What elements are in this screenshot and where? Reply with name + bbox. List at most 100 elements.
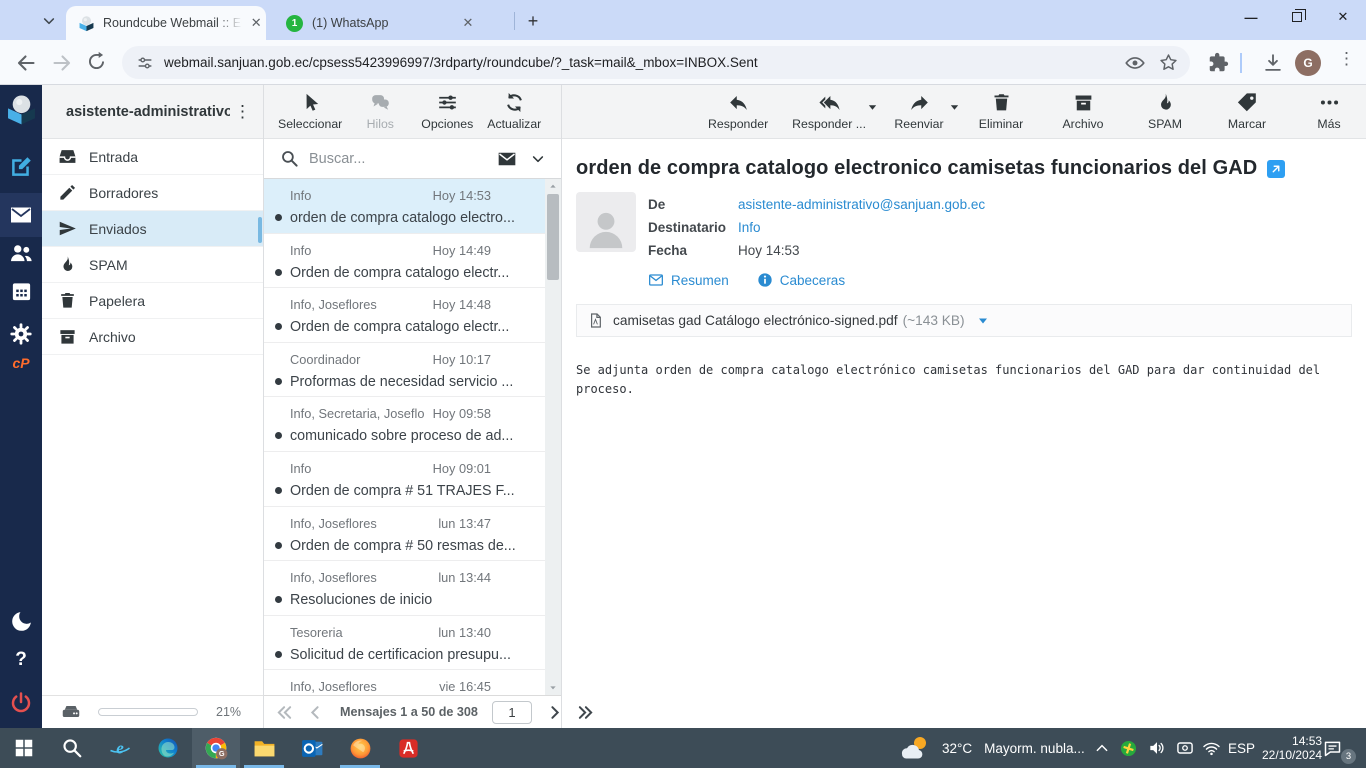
folder-item-archivo[interactable]: Archivo (42, 319, 263, 355)
account-menu-icon[interactable]: ⋮ (230, 102, 255, 122)
taskbar-search-button[interactable] (48, 728, 96, 768)
outlook-button[interactable] (288, 728, 336, 768)
message-row[interactable]: Info Hoy 09:01 Orden de compra # 51 TRAJES… (264, 452, 545, 507)
settings-gear-icon[interactable] (0, 322, 42, 346)
folder-item-entrada[interactable]: Entrada (42, 139, 263, 175)
edge-button[interactable] (144, 728, 192, 768)
list-scrollbar[interactable] (545, 179, 561, 695)
flame-button[interactable]: SPAM (1136, 92, 1194, 131)
volume-icon[interactable] (1147, 728, 1167, 768)
tab-search-button[interactable] (34, 7, 64, 34)
tab-close-icon[interactable]: ✕ (458, 13, 478, 33)
bookmark-star-icon[interactable] (1158, 52, 1180, 74)
summary-link[interactable]: Resumen (648, 272, 729, 288)
tray-chevron-up-icon[interactable] (1094, 728, 1110, 768)
back-icon[interactable] (14, 51, 38, 75)
page-number-input[interactable] (491, 700, 532, 724)
scroll-thumb[interactable] (547, 194, 559, 280)
search-options-chevron-icon[interactable] (531, 152, 545, 166)
scroll-down-icon[interactable] (548, 684, 558, 692)
dots-button[interactable]: Más (1300, 92, 1358, 131)
trash-button[interactable]: Eliminar (972, 92, 1030, 131)
refresh-button[interactable]: Actualizar (485, 92, 543, 131)
sliders-button[interactable]: Opciones (418, 92, 476, 131)
chat-button[interactable]: Hilos (351, 92, 409, 131)
folder-item-enviados[interactable]: Enviados (42, 211, 263, 247)
next-page-icon[interactable] (546, 704, 563, 721)
preview-eye-icon[interactable] (1124, 52, 1146, 74)
reload-icon[interactable] (86, 51, 110, 75)
folder-item-borradores[interactable]: Borradores (42, 175, 263, 211)
cpanel-logo[interactable]: cP (0, 355, 42, 371)
profile-avatar[interactable]: G (1295, 50, 1321, 76)
reply-all-button[interactable]: Responder ... (792, 92, 877, 131)
message-row[interactable]: Info Hoy 14:49 Orden de compra catalogo el… (264, 234, 545, 289)
action-center-button[interactable]: 3 (1322, 728, 1358, 768)
tag-button[interactable]: Marcar (1218, 92, 1276, 131)
reply-button[interactable]: Responder (708, 92, 768, 131)
contacts-nav-icon[interactable] (0, 240, 42, 266)
chrome-button[interactable]: G (192, 728, 240, 768)
antivirus-tray-icon[interactable] (1119, 728, 1138, 768)
search-scope-envelope-icon[interactable] (497, 149, 517, 169)
start-button[interactable] (0, 728, 48, 768)
dropdown-caret-icon[interactable] (867, 102, 878, 113)
dark-mode-moon-icon[interactable] (0, 609, 42, 634)
extensions-puzzle-icon[interactable] (1208, 52, 1230, 74)
message-row[interactable]: Info, Joseflores Hoy 14:48 Orden de compra… (264, 288, 545, 343)
recipient-link[interactable]: Info (738, 216, 761, 239)
from-address-link[interactable]: asistente-administrativo@sanjuan.gob.ec (738, 193, 985, 216)
open-in-new-window-icon[interactable] (1267, 159, 1286, 178)
site-info-icon[interactable] (136, 54, 154, 72)
tab-whatsapp[interactable]: 1 (1) WhatsApp ✕ (272, 6, 510, 40)
account-header[interactable]: asistente-administrativo... ⋮ (42, 85, 263, 139)
logout-power-icon[interactable] (0, 691, 42, 715)
new-tab-button[interactable]: + (522, 10, 544, 32)
message-row[interactable]: Info, Joseflores lun 13:47 Orden de compra… (264, 507, 545, 562)
ie-button[interactable]: e (96, 728, 144, 768)
mail-nav-icon[interactable] (0, 203, 42, 227)
window-close-button[interactable]: ✕ (1320, 0, 1366, 34)
tab-close-icon[interactable]: ✕ (246, 13, 266, 33)
folder-item-spam[interactable]: SPAM (42, 247, 263, 283)
folder-item-papelera[interactable]: Papelera (42, 283, 263, 319)
weather-temp: 32°C (942, 740, 973, 756)
message-row[interactable]: Info, Secretaria, Joseflores Hoy 09:58 com… (264, 397, 545, 452)
search-input[interactable] (309, 150, 479, 167)
headers-link[interactable]: Cabeceras (757, 272, 845, 288)
attachment-name[interactable]: camisetas gad Catálogo electrónico-signe… (613, 313, 898, 328)
calendar-nav-icon[interactable] (0, 280, 42, 303)
archive-button[interactable]: Archivo (1054, 92, 1112, 131)
folder-scrollbar[interactable] (258, 217, 262, 243)
acrobat-button[interactable] (384, 728, 432, 768)
prev-page-icon[interactable] (307, 704, 324, 721)
forward-icon[interactable] (50, 51, 74, 75)
tab-roundcube[interactable]: Roundcube Webmail :: Enviados ✕ (66, 6, 266, 40)
cursor-button[interactable]: Seleccionar (278, 92, 342, 131)
downloads-icon[interactable] (1262, 52, 1284, 74)
attachment-row[interactable]: camisetas gad Catálogo electrónico-signe… (576, 304, 1352, 337)
window-restore-button[interactable] (1274, 0, 1320, 34)
meet-now-icon[interactable] (1175, 728, 1195, 768)
first-page-icon[interactable] (276, 704, 293, 721)
dropdown-caret-icon[interactable] (949, 102, 960, 113)
wifi-icon[interactable] (1202, 728, 1221, 768)
window-minimize-button[interactable]: — (1228, 0, 1274, 34)
language-indicator[interactable]: ESP (1228, 728, 1255, 768)
explorer-button[interactable] (240, 728, 288, 768)
message-row[interactable]: Info Hoy 14:53 orden de compra catalogo el… (264, 179, 545, 234)
compose-button[interactable] (0, 154, 42, 179)
scroll-up-icon[interactable] (548, 182, 558, 190)
message-row[interactable]: Info, Joseflores lun 13:44 Resoluciones de… (264, 561, 545, 616)
forward-button[interactable]: Reenviar (890, 92, 959, 131)
firefox-button[interactable] (336, 728, 384, 768)
help-icon[interactable]: ? (0, 649, 42, 671)
weather-widget[interactable]: 32°C Mayorm. nubla... (898, 728, 1085, 768)
url-bar[interactable]: webmail.sanjuan.gob.ec/cpsess5423996997/… (122, 46, 1190, 79)
message-row[interactable]: Coordinador Hoy 10:17 Proformas de necesid… (264, 343, 545, 398)
browser-menu-icon[interactable]: ⋮ (1338, 49, 1355, 69)
clock-widget[interactable]: 14:53 22/10/2024 (1262, 728, 1322, 768)
message-row[interactable]: Info, Joseflores vie 16:45 (264, 670, 545, 695)
attachment-menu-caret-icon[interactable] (977, 315, 989, 327)
message-row[interactable]: Tesoreria lun 13:40 Solicitud de certifica… (264, 616, 545, 671)
